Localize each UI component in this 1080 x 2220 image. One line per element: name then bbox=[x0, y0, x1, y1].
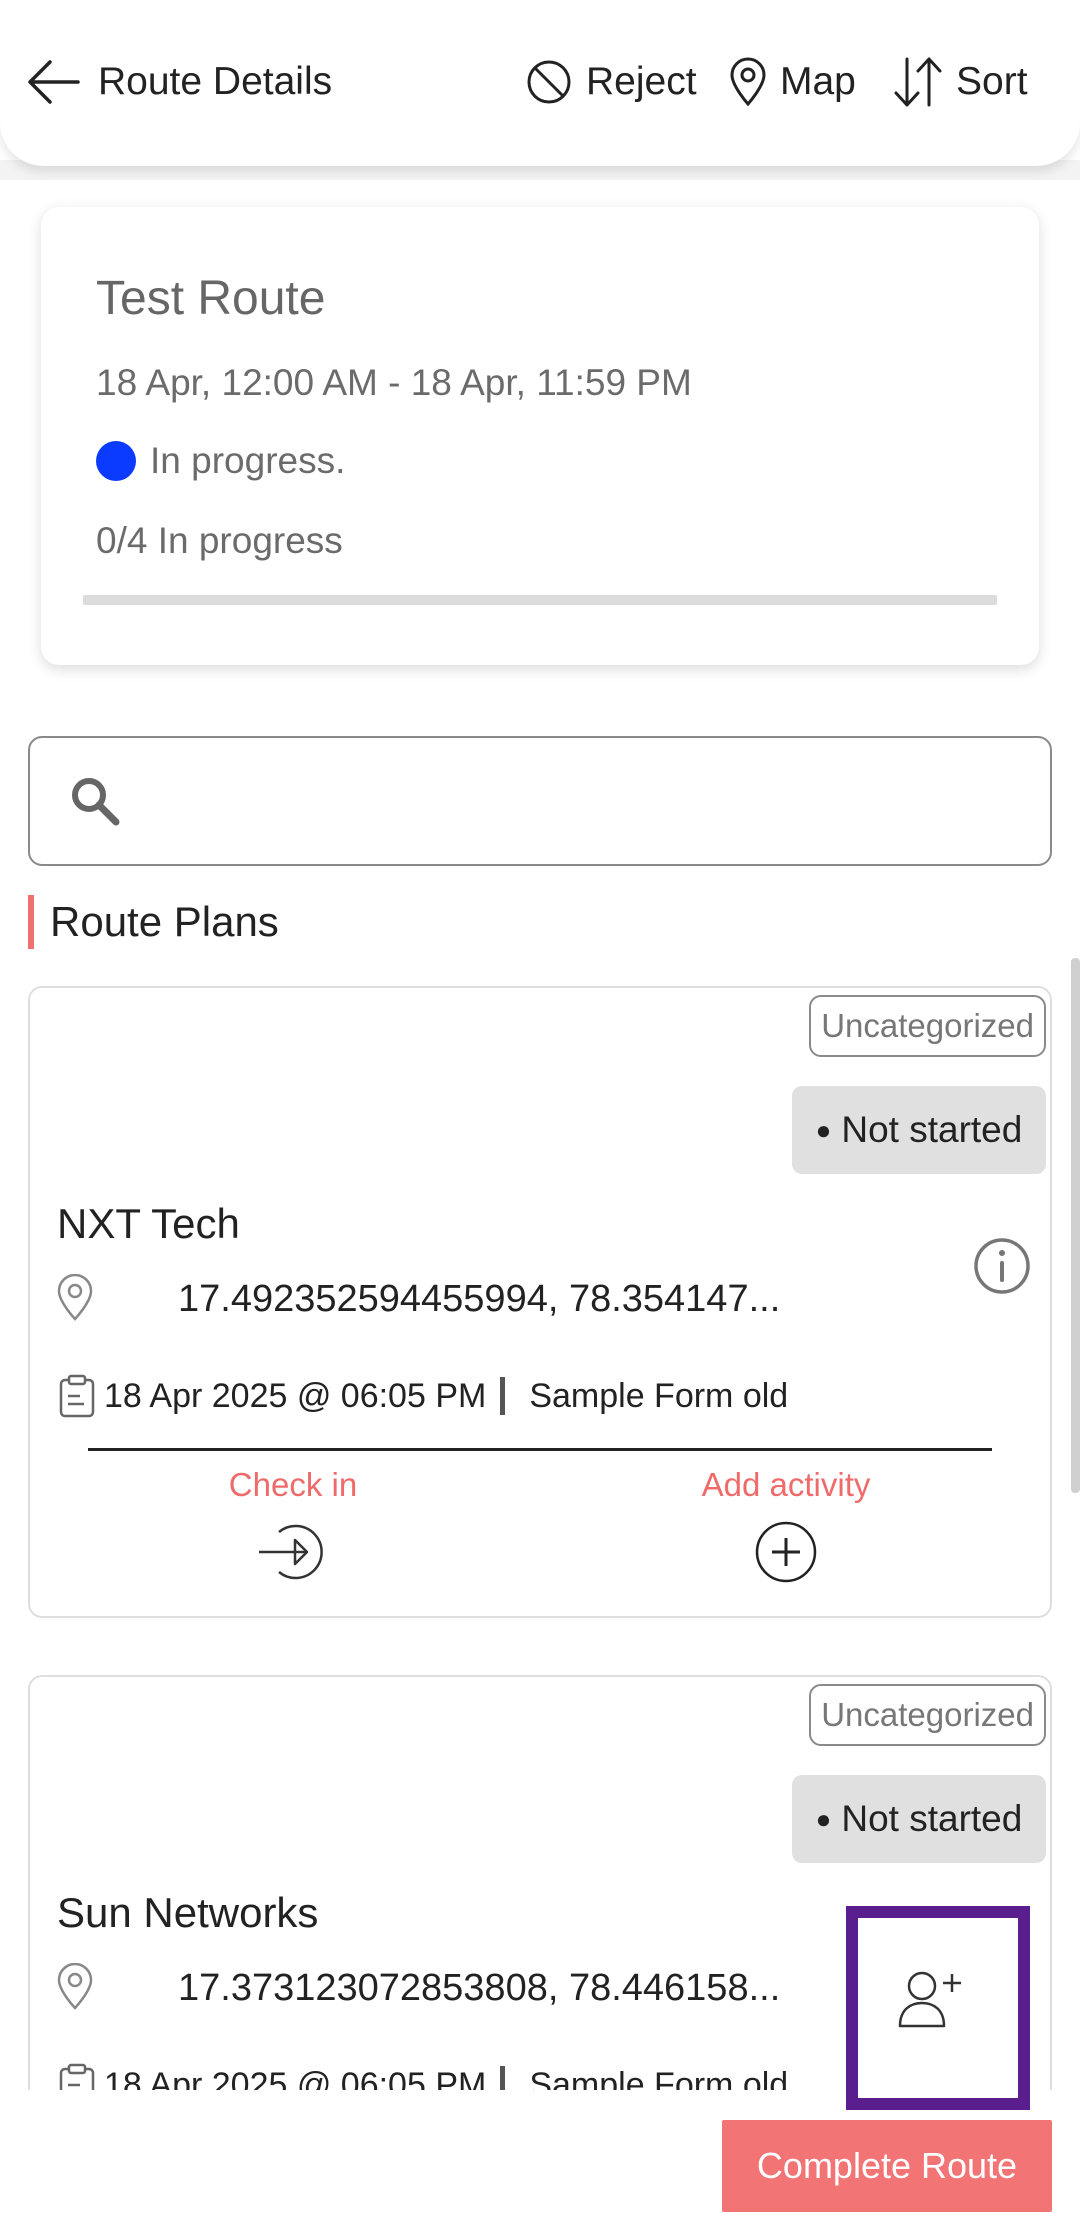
search-input[interactable] bbox=[150, 758, 1030, 844]
app-header: Route Details Reject Map Sort bbox=[0, 0, 1080, 166]
reject-button[interactable]: Reject bbox=[526, 52, 697, 112]
clipboard-icon bbox=[59, 1374, 95, 1418]
route-plan-card[interactable]: Uncategorized ● Not started NXT Tech 17.… bbox=[28, 986, 1052, 1618]
plan-name: NXT Tech bbox=[57, 1200, 240, 1247]
route-plans-heading: Route Plans bbox=[28, 895, 279, 949]
plus-circle-icon bbox=[755, 1521, 817, 1583]
plan-form-name: Sample Form old bbox=[529, 1376, 789, 1415]
map-label: Map bbox=[780, 60, 856, 103]
route-progress-text: 0/4 In progress bbox=[96, 520, 343, 561]
status-badge: ● Not started bbox=[792, 1775, 1046, 1863]
search-icon bbox=[72, 778, 120, 826]
status-dot-icon bbox=[96, 441, 136, 481]
add-user-icon bbox=[898, 1971, 961, 2028]
plan-meta: 18 Apr 2025 @ 06:05 PM Sample Form old bbox=[58, 1374, 788, 1418]
section-accent-bar bbox=[28, 895, 34, 949]
route-plans-title: Route Plans bbox=[50, 898, 279, 945]
category-badge: Uncategorized bbox=[809, 995, 1046, 1057]
info-icon[interactable] bbox=[972, 1236, 1032, 1296]
plan-datetime: 18 Apr 2025 @ 06:05 PM bbox=[104, 1376, 487, 1415]
bullet-icon: ● bbox=[815, 1803, 832, 1834]
sort-button[interactable]: Sort bbox=[892, 52, 1028, 112]
sort-label: Sort bbox=[956, 60, 1028, 103]
check-in-label: Check in bbox=[228, 1466, 358, 1503]
plan-coordinates: 17.373123072853808, 78.446158... bbox=[178, 1967, 781, 2009]
reject-label: Reject bbox=[586, 60, 697, 103]
route-progress-bar bbox=[83, 595, 997, 605]
status-badge-text: Not started bbox=[841, 1798, 1023, 1839]
back-arrow-icon bbox=[28, 60, 80, 104]
plan-coordinates: 17.492352594455994, 78.354147... bbox=[178, 1278, 781, 1320]
check-in-button[interactable]: Check in bbox=[163, 1466, 423, 1584]
meta-separator bbox=[500, 1377, 506, 1415]
route-title: Test Route bbox=[96, 272, 326, 325]
back-button[interactable]: Route Details bbox=[26, 52, 332, 112]
bullet-icon: ● bbox=[815, 1114, 832, 1145]
sort-arrows-icon bbox=[894, 57, 942, 107]
location-pin-icon bbox=[57, 1274, 93, 1321]
category-badge: Uncategorized bbox=[809, 1684, 1046, 1746]
page-title: Route Details bbox=[98, 60, 333, 103]
route-status: In progress. bbox=[96, 440, 345, 482]
plan-name: Sun Networks bbox=[57, 1889, 319, 1936]
scrollbar[interactable] bbox=[1071, 958, 1080, 1493]
card-divider bbox=[88, 1448, 992, 1451]
location-pin-icon bbox=[57, 1963, 93, 2010]
add-activity-button[interactable]: Add activity bbox=[656, 1466, 916, 1584]
status-badge-text: Not started bbox=[841, 1109, 1023, 1150]
map-pin-icon bbox=[730, 57, 766, 107]
map-button[interactable]: Map bbox=[728, 52, 856, 112]
route-date-range: 18 Apr, 12:00 AM - 18 Apr, 11:59 PM bbox=[96, 362, 692, 403]
add-user-button[interactable] bbox=[846, 1906, 1030, 2110]
add-activity-label: Add activity bbox=[701, 1466, 871, 1503]
status-badge: ● Not started bbox=[792, 1086, 1046, 1174]
complete-route-button[interactable]: Complete Route bbox=[722, 2120, 1052, 2212]
route-status-text: In progress. bbox=[150, 440, 346, 481]
ban-icon bbox=[527, 60, 571, 104]
check-in-icon bbox=[259, 1524, 323, 1580]
search-box[interactable] bbox=[28, 736, 1052, 866]
route-summary-card: Test Route 18 Apr, 12:00 AM - 18 Apr, 11… bbox=[41, 207, 1039, 665]
